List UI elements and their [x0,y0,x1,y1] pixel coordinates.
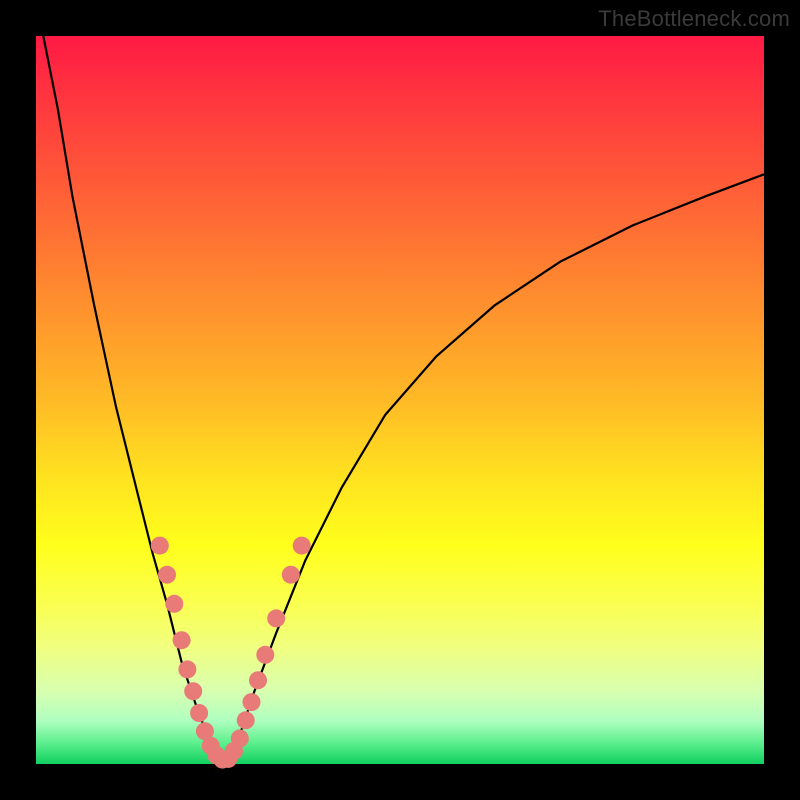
highlight-dot [243,693,261,711]
highlight-dot [256,646,274,664]
highlight-dot [184,682,202,700]
highlight-dot [293,537,311,555]
highlight-dot [173,631,191,649]
watermark-text: TheBottleneck.com [598,6,790,32]
highlight-dot [231,730,249,748]
highlight-dot [165,595,183,613]
highlight-dot [237,711,255,729]
highlight-dot [151,537,169,555]
curve-layer [43,36,764,760]
highlight-dot [267,609,285,627]
curve-left-arm [43,36,218,760]
highlight-dot [249,671,267,689]
curve-right-arm [229,174,764,760]
highlight-dot [158,566,176,584]
highlight-dot [282,566,300,584]
highlight-dot [178,660,196,678]
highlight-dot [190,704,208,722]
marker-layer [151,537,311,769]
chart-svg [36,36,764,764]
chart-frame: TheBottleneck.com [0,0,800,800]
